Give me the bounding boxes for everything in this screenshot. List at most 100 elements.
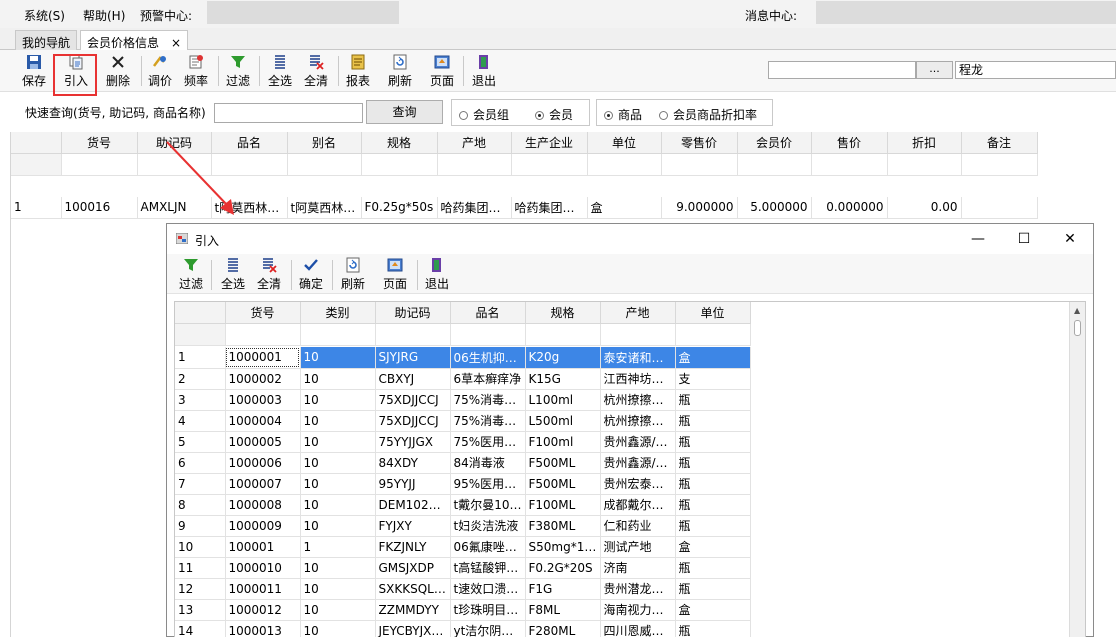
cell-product-name[interactable]: t阿莫西林… [211, 197, 288, 219]
cell-product-name[interactable]: 75%消毒… [450, 389, 526, 411]
table-row[interactable]: 10 100001 1 FKZJNLY 06氟康唑… S50mg*12S 测试产地盒 [175, 536, 751, 558]
cell-product-name[interactable]: t妇炎洁洗液 [450, 515, 526, 537]
scroll-up-icon[interactable]: ▲ [1074, 306, 1080, 315]
cell-category[interactable]: 10 [300, 431, 376, 453]
filter-cell[interactable] [211, 153, 288, 176]
cell-unit[interactable]: 盒 [675, 599, 751, 621]
table-row[interactable]: 14 1000013 10 JEYCBYJX… yt洁尔阴… F280ML 四川恩威… 瓶 [175, 620, 751, 637]
filter-cell[interactable] [225, 323, 301, 346]
table-row[interactable]: 4 1000004 10 75XDJJCCJ 75%消毒… L500ml 杭州撩擦… 瓶 [175, 410, 751, 432]
cell-spec[interactable]: S50mg*12S [525, 536, 601, 558]
table-row[interactable]: 1 100016 AMXLJN t阿莫西林… t阿莫西林… F0.25g*50s… [11, 197, 1038, 219]
cell-sku[interactable]: 1000010 [225, 557, 301, 579]
cell-sku[interactable]: 1000009 [225, 515, 301, 537]
cell-origin[interactable]: 贵州鑫源/… [600, 431, 676, 453]
cell-product-name[interactable]: 06氟康唑… [450, 536, 526, 558]
user-code-input[interactable] [768, 61, 916, 79]
cell-category[interactable]: 10 [300, 515, 376, 537]
cell-category[interactable]: 10 [300, 473, 376, 495]
cell-category[interactable]: 10 [300, 494, 376, 516]
column-header[interactable]: 助记码 [375, 302, 451, 324]
filter-cell[interactable] [61, 153, 138, 176]
cell-product-name[interactable]: t戴尔曼10… [450, 494, 526, 516]
filter-cell[interactable] [437, 153, 512, 176]
cell-sku[interactable]: 1000004 [225, 410, 301, 432]
cell-manufacturer[interactable]: 哈药集团… [511, 197, 588, 219]
filter-cell[interactable] [525, 323, 601, 346]
cell-unit[interactable]: 瓶 [675, 557, 751, 579]
column-header[interactable]: 产地 [600, 302, 676, 324]
cell-mnemonic[interactable]: GMSJXDP [375, 557, 451, 579]
cell-category[interactable]: 10 [300, 452, 376, 474]
column-header[interactable]: 货号 [61, 132, 138, 154]
cell-unit[interactable]: 盒 [675, 347, 751, 369]
refresh-button[interactable]: 刷新 [383, 53, 417, 89]
filter-cell[interactable] [737, 153, 812, 176]
cell-category[interactable]: 1 [300, 536, 376, 558]
dialog-title-bar[interactable]: 引入 — ☐ ✕ [167, 224, 1093, 254]
cell-product-name[interactable]: 06生机抑… [450, 347, 526, 369]
filter-cell[interactable] [511, 153, 588, 176]
column-header[interactable]: 货号 [225, 302, 301, 324]
column-header[interactable]: 单位 [675, 302, 751, 324]
cell-member-price[interactable]: 5.000000 [737, 197, 812, 219]
filter-button[interactable]: 过滤 [221, 53, 255, 89]
cell-mnemonic[interactable]: 75XDJJCCJ [375, 389, 451, 411]
cell-mnemonic[interactable]: 84XDY [375, 452, 451, 474]
page-button[interactable]: 页面 [425, 53, 459, 89]
tab-my-navigation[interactable]: 我的导航 [15, 30, 78, 51]
cell-spec[interactable]: L500ml [525, 410, 601, 432]
filter-cell[interactable] [961, 153, 1038, 176]
cell-unit[interactable]: 瓶 [675, 389, 751, 411]
dialog-filter-button[interactable]: 过滤 [174, 256, 208, 292]
cell-mnemonic[interactable]: 95YYJJ [375, 473, 451, 495]
cell-category[interactable]: 10 [300, 347, 376, 369]
close-tab-icon[interactable]: × [171, 36, 181, 50]
column-header[interactable]: 会员价 [737, 132, 812, 154]
column-header[interactable]: 助记码 [137, 132, 212, 154]
cell-product-name[interactable]: 75%医用… [450, 431, 526, 453]
cell-origin[interactable]: 贵州宏泰… [600, 473, 676, 495]
user-lookup-button[interactable]: ... [916, 61, 953, 79]
cell-origin[interactable]: 杭州撩擦… [600, 389, 676, 411]
tab-member-price-info[interactable]: 会员价格信息 × [80, 30, 189, 51]
query-button[interactable]: 查询 [366, 100, 443, 124]
cell-spec[interactable]: F500ML [525, 452, 601, 474]
dialog-select-all-button[interactable]: 全选 [216, 256, 250, 292]
filter-cell[interactable] [137, 153, 212, 176]
cell-category[interactable]: 10 [300, 620, 376, 637]
cell-product-name[interactable]: t珍珠明目… [450, 599, 526, 621]
cell-spec[interactable]: F0.25g*50s [361, 197, 438, 219]
cell-unit[interactable]: 瓶 [675, 452, 751, 474]
cell-unit[interactable]: 瓶 [675, 494, 751, 516]
filter-cell[interactable] [661, 153, 738, 176]
cell-sku[interactable]: 1000013 [225, 620, 301, 637]
dialog-exit-button[interactable]: 退出 [420, 256, 454, 292]
clear-all-button[interactable]: 全清 [299, 53, 333, 89]
cell-remark[interactable] [961, 197, 1038, 219]
column-header[interactable]: 别名 [287, 132, 362, 154]
cell-origin[interactable]: 贵州鑫源/… [600, 452, 676, 474]
cell-mnemonic[interactable]: ZZMMDYY [375, 599, 451, 621]
cell-sku[interactable]: 1000007 [225, 473, 301, 495]
table-row[interactable]: 7 1000007 10 95YYJJ 95%医用… F500ML 贵州宏泰… 瓶 [175, 473, 751, 495]
table-row[interactable]: 13 1000012 10 ZZMMDYY t珍珠明目… F8ML 海南视力… 盒 [175, 599, 751, 621]
cell-category[interactable]: 10 [300, 557, 376, 579]
cell-origin[interactable]: 济南 [600, 557, 676, 579]
column-header[interactable]: 生产企业 [511, 132, 588, 154]
quick-search-input[interactable] [214, 103, 363, 123]
cell-discount[interactable]: 0.00 [887, 197, 962, 219]
vertical-scrollbar[interactable]: ▲ [1069, 302, 1085, 637]
cell-category[interactable]: 10 [300, 578, 376, 600]
import-button[interactable]: 引入 [59, 53, 93, 89]
filter-cell[interactable] [287, 153, 362, 176]
cell-spec[interactable]: F280ML [525, 620, 601, 637]
cell-mnemonic[interactable]: SXKKSQLKJS [375, 578, 451, 600]
delete-button[interactable]: 删除 [101, 53, 135, 89]
cell-alias[interactable]: t阿莫西林… [287, 197, 362, 219]
cell-sku[interactable]: 100016 [61, 197, 138, 219]
cell-spec[interactable]: L100ml [525, 389, 601, 411]
dialog-page-button[interactable]: 页面 [378, 256, 412, 292]
column-header[interactable]: 零售价 [661, 132, 738, 154]
column-header[interactable]: 单位 [587, 132, 662, 154]
